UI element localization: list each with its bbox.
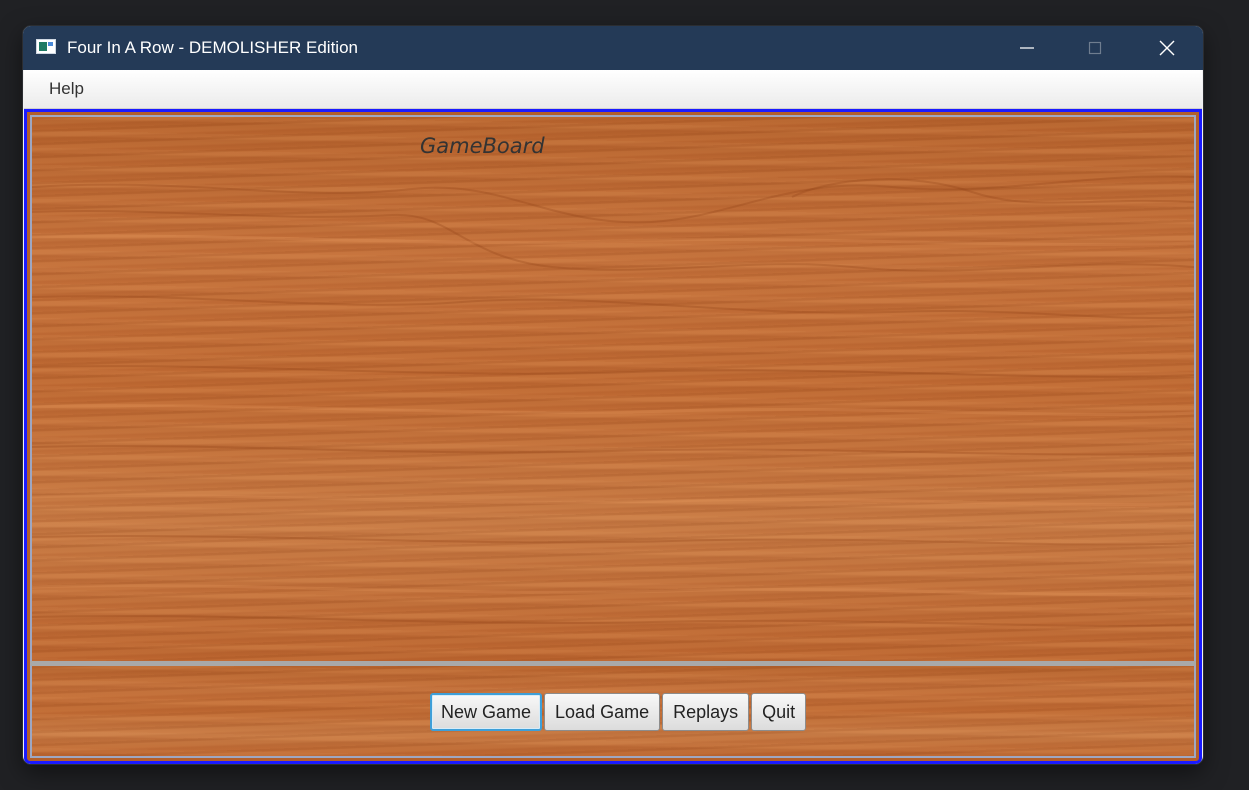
board-label: GameBoard — [420, 134, 545, 158]
menu-help[interactable]: Help — [38, 78, 95, 100]
game-board[interactable]: GameBoard — [30, 115, 1196, 661]
close-button[interactable] — [1133, 26, 1201, 70]
replays-button[interactable]: Replays — [662, 693, 750, 731]
minimize-button[interactable] — [993, 26, 1061, 70]
new-game-button[interactable]: New Game — [430, 693, 543, 731]
button-row: New Game Load Game Replays Quit — [430, 693, 807, 731]
maximize-button[interactable] — [1061, 26, 1129, 70]
window-title: Four In A Row - DEMOLISHER Edition — [67, 38, 358, 57]
main-content: GameBoard New Game Load Game Replays Qui… — [24, 109, 1202, 764]
title-bar[interactable]: Four In A Row - DEMOLISHER Edition — [23, 26, 1203, 70]
wood-background — [32, 117, 1194, 661]
menu-bar: Help — [24, 70, 1202, 109]
close-icon — [1159, 40, 1175, 56]
quit-button[interactable]: Quit — [751, 693, 807, 731]
wood-grain — [32, 175, 1194, 627]
app-window-icon — [36, 39, 56, 54]
minimize-icon — [1020, 47, 1034, 49]
controls-panel: New Game Load Game Replays Quit — [30, 666, 1196, 758]
app-window: Four In A Row - DEMOLISHER Edition Help — [23, 26, 1203, 764]
load-game-button[interactable]: Load Game — [544, 693, 661, 731]
maximize-icon — [1088, 41, 1102, 55]
